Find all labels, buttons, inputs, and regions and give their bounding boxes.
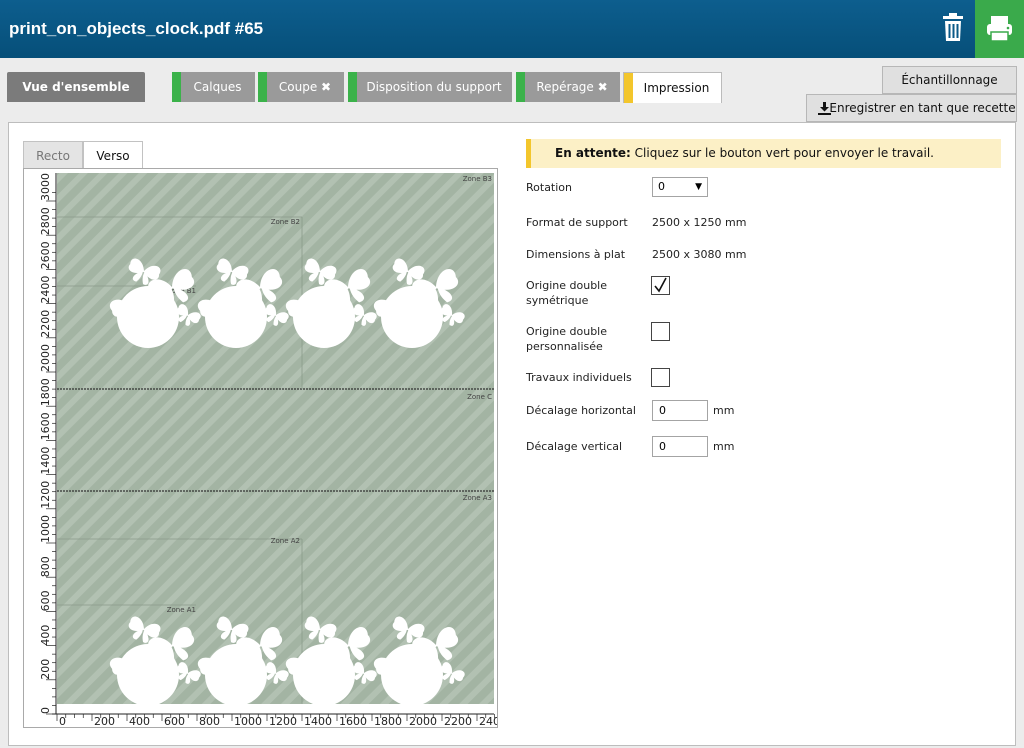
y-tick-label: 200 [39,659,52,680]
save-recipe-button[interactable]: Enregistrer en tant que recette [806,94,1017,122]
media-format-label: Format de support [526,216,628,229]
vertical-offset-input[interactable]: 0 [652,436,708,457]
app-header: print_on_objects_clock.pdf #65 [0,0,1024,58]
tab-cut[interactable]: Coupe ✖ [258,72,344,102]
trash-icon[interactable] [936,10,970,44]
x-tick-label: 800 [199,715,220,728]
x-tick-label: 1800 [374,715,402,728]
tab-print[interactable]: Impression [623,72,722,103]
double-custom-checkbox[interactable] [651,322,670,341]
vertical-offset-unit: mm [713,440,735,453]
x-tick-label: 2000 [409,715,437,728]
y-tick-label: 1600 [39,412,52,440]
zone-label: Zone A2 [271,537,300,545]
preview-canvas: Zone B3 Zone B2 Zone B1 Zone C Zone A3 Z… [24,169,498,728]
y-tick-label: 3000 [39,173,52,201]
chevron-down-icon: ▼ [695,182,702,192]
y-tick-label: 600 [39,590,52,611]
job-title: print_on_objects_clock.pdf #65 [9,19,264,38]
x-tick-label: 400 [129,715,150,728]
y-tick-label: 2800 [39,207,52,235]
printer-icon [987,16,1012,42]
rotation-label: Rotation [526,181,573,194]
zone-label: Zone B2 [271,218,300,226]
y-tick-label: 1200 [39,481,52,509]
zone-label: Zone C [467,393,492,401]
status-label: En attente: [555,146,631,160]
horizontal-offset-input[interactable]: 0 [652,400,708,421]
x-tick-label: 2200 [444,715,472,728]
y-tick-label: 2400 [39,276,52,304]
y-tick-label: 1800 [39,378,52,406]
flat-dimensions-label: Dimensions à plat [526,248,626,261]
y-tick-label: 2200 [39,310,52,338]
tab-recto[interactable]: Recto [23,141,83,169]
double-custom-label: Origine double personnalisée [526,325,608,353]
tab-media-layout[interactable]: Disposition du support [348,72,512,102]
zone-label: Zone A1 [167,606,196,614]
checkmark-icon [654,277,667,293]
y-tick-label: 1000 [39,515,52,543]
tab-layers[interactable]: Calques [172,72,255,102]
individual-jobs-label: Travaux individuels [526,371,632,384]
y-tick-label: 400 [39,625,52,646]
media-sheet [57,173,494,704]
horizontal-offset-label: Décalage horizontal [526,404,636,417]
y-tick-label: 0 [39,707,52,714]
x-tick-label: 1200 [269,715,297,728]
print-button[interactable] [975,0,1024,58]
media-format-value: 2500 x 1250 mm [652,216,747,229]
horizontal-offset-unit: mm [713,404,735,417]
tab-verso[interactable]: Verso [83,141,143,170]
media-preview: Zone B3 Zone B2 Zone B1 Zone C Zone A3 Z… [23,168,498,728]
vertical-offset-label: Décalage vertical [526,440,623,453]
x-tick-label: 1400 [304,715,332,728]
y-tick-label: 1400 [39,447,52,475]
sampling-button[interactable]: Échantillonnage [882,66,1017,94]
status-notice: En attente: Cliquez sur le bouton vert p… [526,139,1001,168]
x-tick-label: 0 [59,715,66,728]
double-symmetric-checkbox[interactable] [651,276,670,295]
y-tick-label: 2600 [39,241,52,269]
x-tick-label: 600 [164,715,185,728]
x-tick-label: 1600 [339,715,367,728]
y-tick-label: 2000 [39,344,52,372]
x-tick-label: 1000 [234,715,262,728]
zone-label: Zone B3 [463,175,492,183]
tab-overview[interactable]: Vue d'ensemble [7,72,145,102]
double-symmetric-label: Origine double symétrique [526,279,608,307]
flat-dimensions-value: 2500 x 3080 mm [652,248,747,261]
rotation-select[interactable]: 0 ▼ [652,177,708,197]
tab-registration[interactable]: Repérage ✖ [516,72,620,102]
status-message: Cliquez sur le bouton vert pour envoyer … [634,146,934,160]
x-tick-label: 200 [94,715,115,728]
x-tick-label: 2400 [479,715,498,728]
download-icon [818,102,831,115]
y-tick-label: 800 [39,556,52,577]
individual-jobs-checkbox[interactable] [651,368,670,387]
zone-label: Zone A3 [463,494,492,502]
